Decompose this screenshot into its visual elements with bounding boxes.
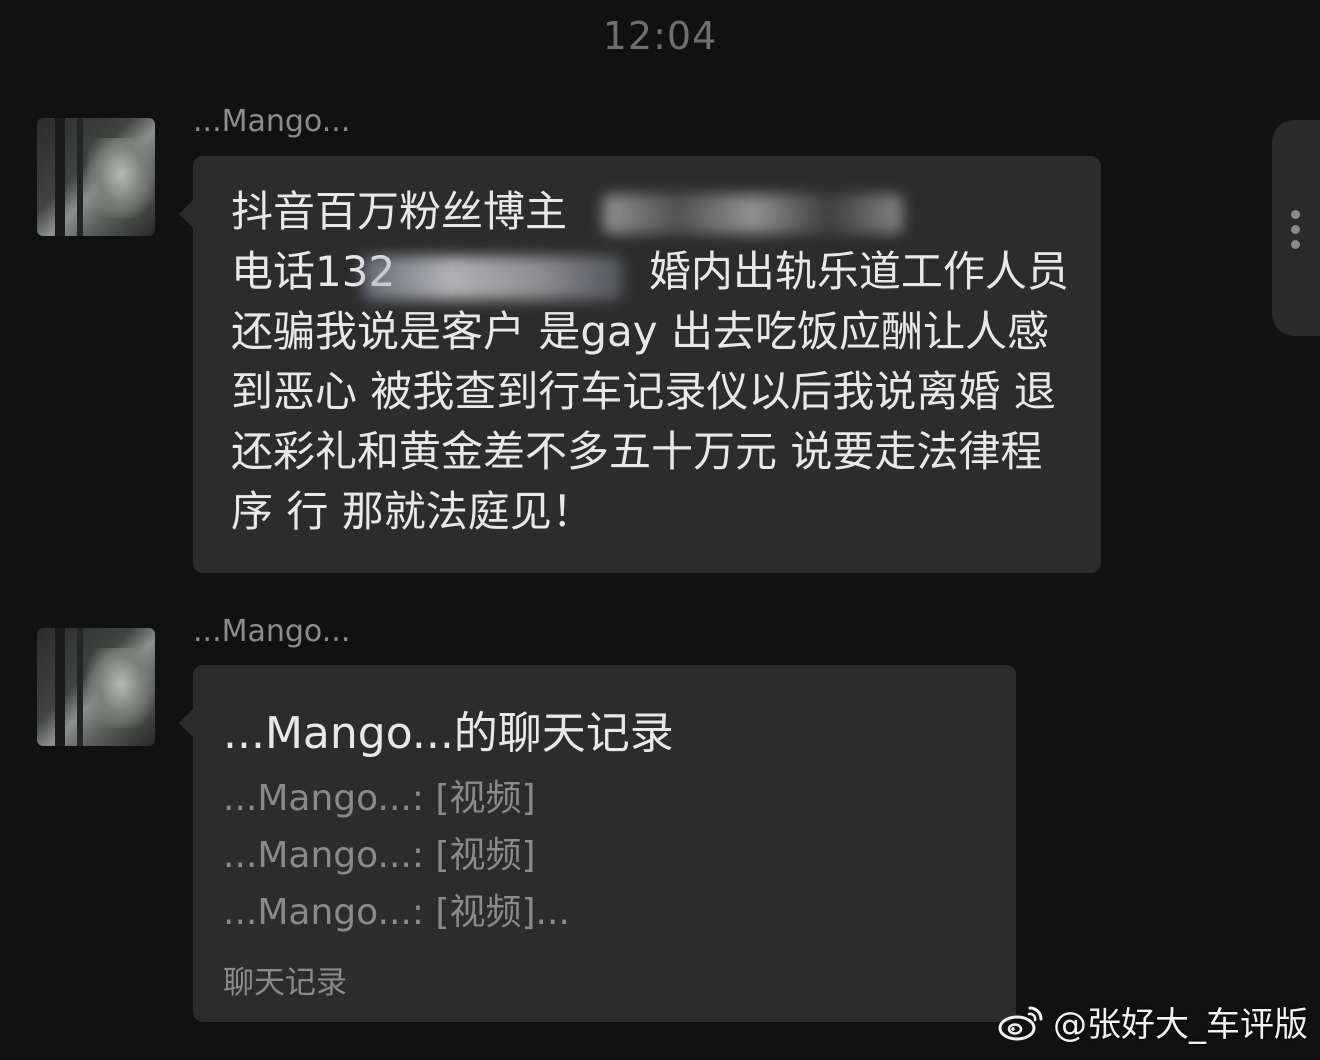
side-panel-handle[interactable] [1272, 120, 1320, 336]
chat-record-card[interactable]: ...Mango...的聊天记录 ...Mango...: [视频] ...Ma… [179, 665, 1016, 1022]
chat-record-line: ...Mango...: [视频] [223, 778, 536, 819]
chat-record-line: ...Mango...: [视频] [223, 835, 536, 876]
avatar-window-frame [55, 118, 65, 236]
chat-record-line: ...Mango...: [视频]... [223, 892, 570, 933]
sender-name: ...Mango... [193, 104, 351, 139]
avatar-window-frame [77, 628, 83, 746]
weibo-logo-icon [998, 1006, 1043, 1040]
avatar-window-frame [77, 118, 83, 236]
sender-name: ...Mango... [193, 614, 351, 649]
chat-record-title: ...Mango...的聊天记录 [223, 708, 674, 759]
text-message-bubble[interactable]: 抖音百万粉丝博主 电话132 婚内出轨乐道工作人员 还骗我说是客户 是gay 出… [179, 156, 1101, 573]
redacted-phone-blur [363, 256, 623, 300]
weibo-watermark: @张好大_车评版 [997, 997, 1308, 1046]
avatar-window-frame [55, 628, 65, 746]
sender-avatar[interactable] [37, 118, 155, 236]
chat-record-footer: 聊天记录 [223, 965, 347, 1001]
sender-avatar[interactable] [37, 628, 155, 746]
avatar-scenery [87, 138, 155, 218]
avatar-scenery [87, 648, 155, 728]
redacted-name-blur [603, 194, 903, 234]
message-text: 抖音百万粉丝博主 电话132 婚内出轨乐道工作人员 还骗我说是客户 是gay 出… [231, 187, 1069, 536]
message-timestamp: 12:04 [602, 14, 718, 58]
watermark-text: @张好大_车评版 [1053, 1005, 1308, 1045]
